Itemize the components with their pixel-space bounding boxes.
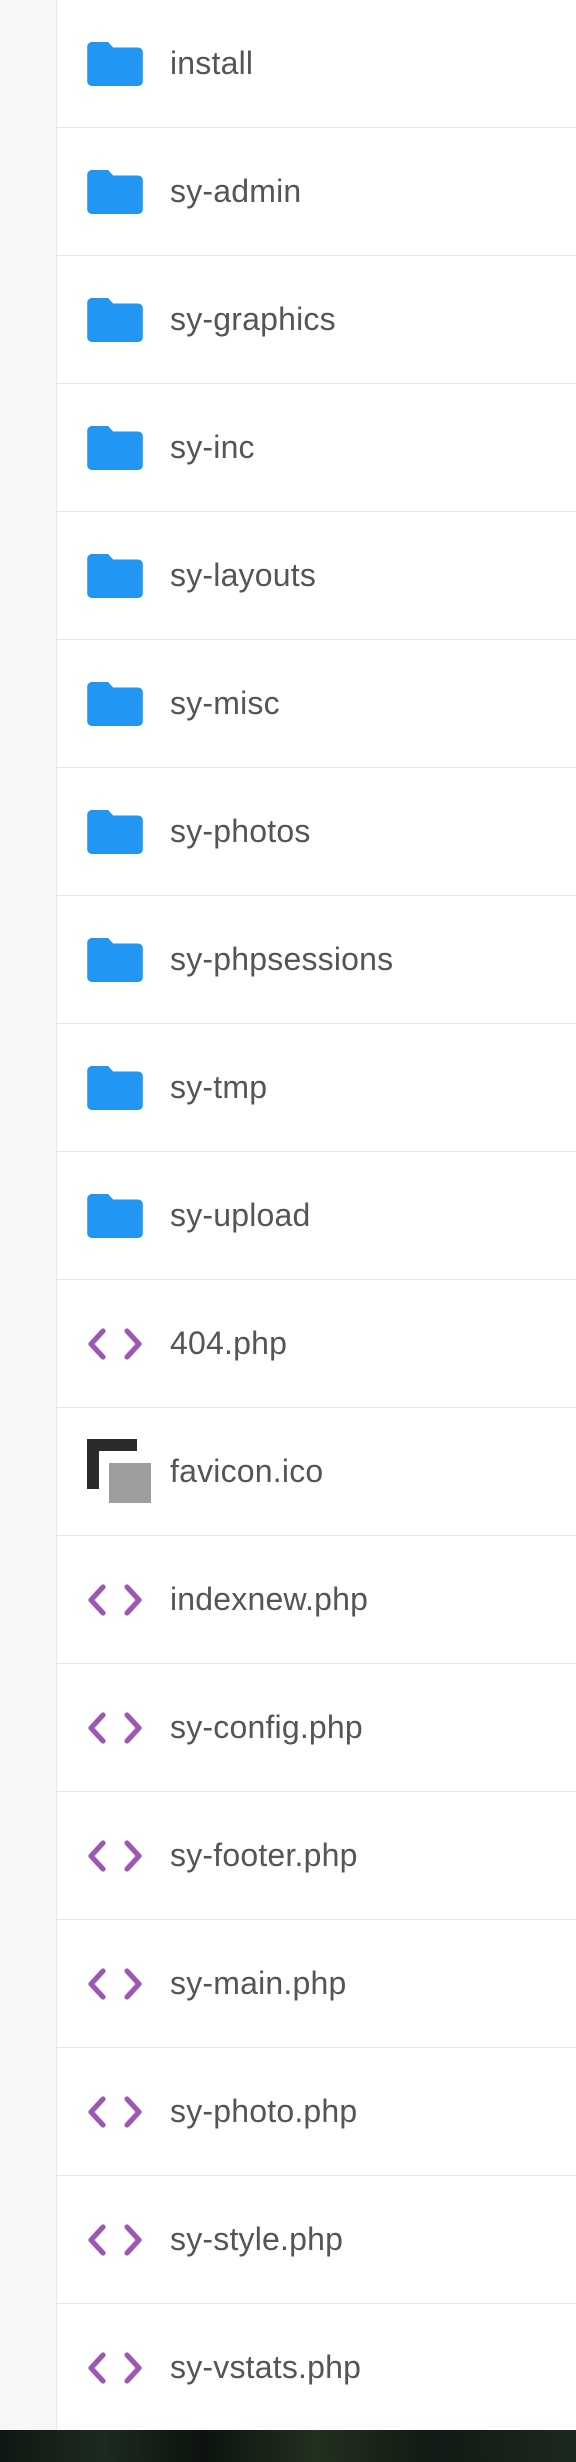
folder-icon: [87, 1065, 157, 1110]
file-row-sy-photo-php[interactable]: sy-photo.php: [57, 2048, 576, 2176]
folder-icon: [87, 553, 157, 598]
file-name[interactable]: 404.php: [170, 1325, 287, 1362]
file-row-404-php[interactable]: 404.php: [57, 1280, 576, 1408]
file-name[interactable]: sy-misc: [170, 685, 280, 722]
file-name[interactable]: sy-footer.php: [170, 1837, 358, 1874]
file-name[interactable]: sy-vstats.php: [170, 2349, 361, 2386]
file-row-sy-footer-php[interactable]: sy-footer.php: [57, 1792, 576, 1920]
file-row-favicon-ico[interactable]: favicon.ico: [57, 1408, 576, 1536]
folder-icon: [87, 425, 157, 470]
file-row-sy-photos[interactable]: sy-photos: [57, 768, 576, 896]
folder-icon: [87, 297, 157, 342]
file-list: install sy-admin sy-graphics sy-inc sy-layou…: [57, 0, 576, 2432]
file-name[interactable]: indexnew.php: [170, 1581, 368, 1618]
file-name[interactable]: sy-admin: [170, 173, 301, 210]
file-row-sy-tmp[interactable]: sy-tmp: [57, 1024, 576, 1152]
file-row-sy-misc[interactable]: sy-misc: [57, 640, 576, 768]
file-name[interactable]: sy-config.php: [170, 1709, 363, 1746]
file-row-install[interactable]: install: [57, 0, 576, 128]
file-name[interactable]: sy-layouts: [170, 557, 316, 594]
file-row-sy-layouts[interactable]: sy-layouts: [57, 512, 576, 640]
file-name[interactable]: sy-upload: [170, 1197, 311, 1234]
folder-icon: [87, 169, 157, 214]
file-name[interactable]: sy-phpsessions: [170, 941, 393, 978]
left-gutter: [0, 0, 57, 2430]
file-name[interactable]: sy-graphics: [170, 301, 336, 338]
code-icon: [87, 1711, 157, 1745]
code-icon: [87, 1839, 157, 1873]
folder-icon: [87, 937, 157, 982]
file-row-indexnew-php[interactable]: indexnew.php: [57, 1536, 576, 1664]
file-name[interactable]: sy-photos: [170, 813, 311, 850]
folder-icon: [87, 1193, 157, 1238]
file-row-sy-phpsessions[interactable]: sy-phpsessions: [57, 896, 576, 1024]
folder-icon: [87, 809, 157, 854]
folder-icon: [87, 681, 157, 726]
image-file-icon: [87, 1438, 157, 1505]
folder-icon: [87, 41, 157, 86]
file-name[interactable]: install: [170, 45, 253, 82]
code-icon: [87, 1967, 157, 2001]
file-name[interactable]: sy-tmp: [170, 1069, 267, 1106]
code-icon: [87, 2351, 157, 2385]
file-name[interactable]: sy-photo.php: [170, 2093, 357, 2130]
file-row-sy-upload[interactable]: sy-upload: [57, 1152, 576, 1280]
file-name[interactable]: favicon.ico: [170, 1453, 323, 1490]
file-name[interactable]: sy-inc: [170, 429, 255, 466]
code-icon: [87, 1327, 157, 1361]
code-icon: [87, 1583, 157, 1617]
code-icon: [87, 2095, 157, 2129]
file-row-sy-graphics[interactable]: sy-graphics: [57, 256, 576, 384]
file-name[interactable]: sy-main.php: [170, 1965, 347, 2002]
file-name[interactable]: sy-style.php: [170, 2221, 343, 2258]
file-row-sy-style-php[interactable]: sy-style.php: [57, 2176, 576, 2304]
file-row-sy-inc[interactable]: sy-inc: [57, 384, 576, 512]
file-row-sy-config-php[interactable]: sy-config.php: [57, 1664, 576, 1792]
code-icon: [87, 2223, 157, 2257]
file-row-sy-main-php[interactable]: sy-main.php: [57, 1920, 576, 2048]
file-row-sy-admin[interactable]: sy-admin: [57, 128, 576, 256]
footer-image-strip: [0, 2430, 576, 2462]
file-row-sy-vstats-php[interactable]: sy-vstats.php: [57, 2304, 576, 2432]
